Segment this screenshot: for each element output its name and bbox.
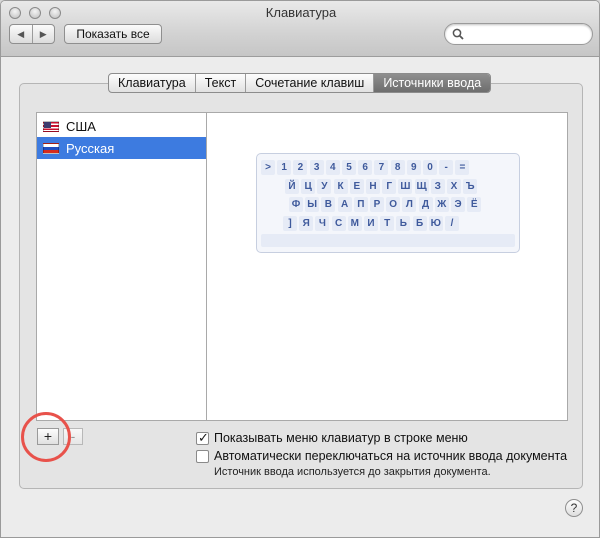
keyboard-key: 8: [390, 160, 405, 175]
keyboard-layout-preview: >1 2 3 4 5 6 7 8 9 0- = Й Ц У К Е Н Г Ш Щ З Х Ъ Ф Ы В А П Р О Л Д Ж Э Ё] Я Ч…: [256, 153, 520, 253]
input-sources-list[interactable]: США Русская: [36, 112, 207, 421]
search-input[interactable]: [467, 26, 587, 42]
keyboard-key: Ш: [398, 178, 413, 194]
space-bar-key: [261, 234, 515, 247]
keyboard-key: Ь: [396, 215, 411, 231]
keyboard-key: К: [333, 178, 348, 194]
preferences-window: Клавиатура ◀ ▶ Показать все Клавиатура Т…: [0, 0, 600, 538]
search-icon: [452, 28, 464, 40]
keyboard-key: ]: [283, 215, 297, 231]
keyboard-key: >: [261, 160, 275, 175]
keyboard-key: Я: [299, 215, 314, 231]
keyboard-key: /: [445, 215, 459, 231]
keyboard-key: 3: [309, 160, 324, 175]
keyboard-key: Х: [447, 178, 461, 194]
keyboard-key: 4: [325, 160, 340, 175]
help-button[interactable]: ?: [565, 499, 583, 517]
keyboard-key: З: [430, 178, 445, 194]
search-field[interactable]: [444, 23, 593, 45]
show-menu-label: Показывать меню клавиатур в строке меню: [214, 431, 468, 445]
tab-shortcuts[interactable]: Сочетание клавиш: [246, 74, 375, 92]
keyboard-key: Ф: [289, 197, 303, 212]
keyboard-key: Ж: [434, 197, 449, 212]
keyboard-key: 9: [406, 160, 421, 175]
keyboard-key: Е: [349, 178, 364, 194]
keyboard-key: 2: [293, 160, 308, 175]
keyboard-key: А: [337, 197, 352, 212]
keyboard-key: Ю: [428, 215, 443, 231]
forward-icon[interactable]: ▶: [33, 25, 55, 43]
keyboard-key: Ё: [467, 197, 482, 212]
us-flag-icon: [43, 120, 59, 132]
keyboard-key: Л: [402, 197, 417, 212]
keyboard-key: Р: [370, 197, 384, 212]
keyboard-key: О: [386, 197, 401, 212]
auto-switch-note: Источник ввода используется до закрытия …: [214, 466, 491, 478]
keyboard-key: Д: [418, 197, 433, 212]
keyboard-key: Б: [412, 215, 427, 231]
auto-switch-checkbox[interactable]: [196, 450, 209, 463]
keyboard-key: 1: [277, 160, 292, 175]
keyboard-key: П: [353, 197, 368, 212]
keyboard-key: Ц: [301, 178, 316, 194]
show-all-button[interactable]: Показать все: [64, 24, 162, 44]
keyboard-key: Т: [380, 215, 395, 231]
tab-text[interactable]: Текст: [196, 74, 247, 92]
show-menu-checkbox[interactable]: [196, 430, 209, 446]
back-forward-control: ◀ ▶: [9, 24, 55, 44]
keyboard-key: Й: [285, 178, 299, 194]
keyboard-key: Щ: [414, 178, 429, 194]
title-bar: Клавиатура ◀ ▶ Показать все: [1, 1, 599, 57]
keyboard-key: Г: [382, 178, 397, 194]
keyboard-key: 7: [374, 160, 389, 175]
keyboard-key: М: [347, 215, 362, 231]
tab-keyboard[interactable]: Клавиатура: [109, 74, 196, 92]
keyboard-key: Ч: [315, 215, 330, 231]
list-item-label: Русская: [66, 140, 115, 156]
auto-switch-label: Автоматически переключаться на источник …: [214, 449, 568, 463]
list-item-label: США: [66, 118, 96, 134]
keyboard-key: С: [331, 215, 346, 231]
list-item-usa[interactable]: США: [37, 115, 206, 137]
keyboard-key: И: [364, 215, 378, 231]
tab-bar: Клавиатура Текст Сочетание клавиш Источн…: [108, 73, 492, 93]
keyboard-key: 5: [342, 160, 356, 175]
ru-flag-icon: [43, 142, 59, 154]
auto-switch-checkbox-row[interactable]: Автоматически переключаться на источник …: [196, 449, 576, 463]
keyboard-key: Н: [366, 178, 380, 194]
keyboard-key: У: [317, 178, 332, 194]
keyboard-key: Ы: [305, 197, 320, 212]
back-icon[interactable]: ◀: [10, 25, 33, 43]
show-menu-checkbox-row[interactable]: Показывать меню клавиатур в строке меню: [196, 430, 576, 446]
window-title: Клавиатура: [265, 5, 337, 20]
tab-input-sources[interactable]: Источники ввода: [374, 74, 491, 92]
keyboard-key: -: [439, 160, 454, 175]
keyboard-key: Э: [451, 197, 465, 212]
keyboard-key: 0: [423, 160, 437, 175]
annotation-circle: [21, 412, 71, 462]
keyboard-key: 6: [358, 160, 373, 175]
keyboard-key: Ъ: [463, 178, 478, 194]
keyboard-key: В: [321, 197, 336, 212]
keyboard-key: =: [455, 160, 470, 175]
list-item-russian[interactable]: Русская: [37, 137, 206, 159]
